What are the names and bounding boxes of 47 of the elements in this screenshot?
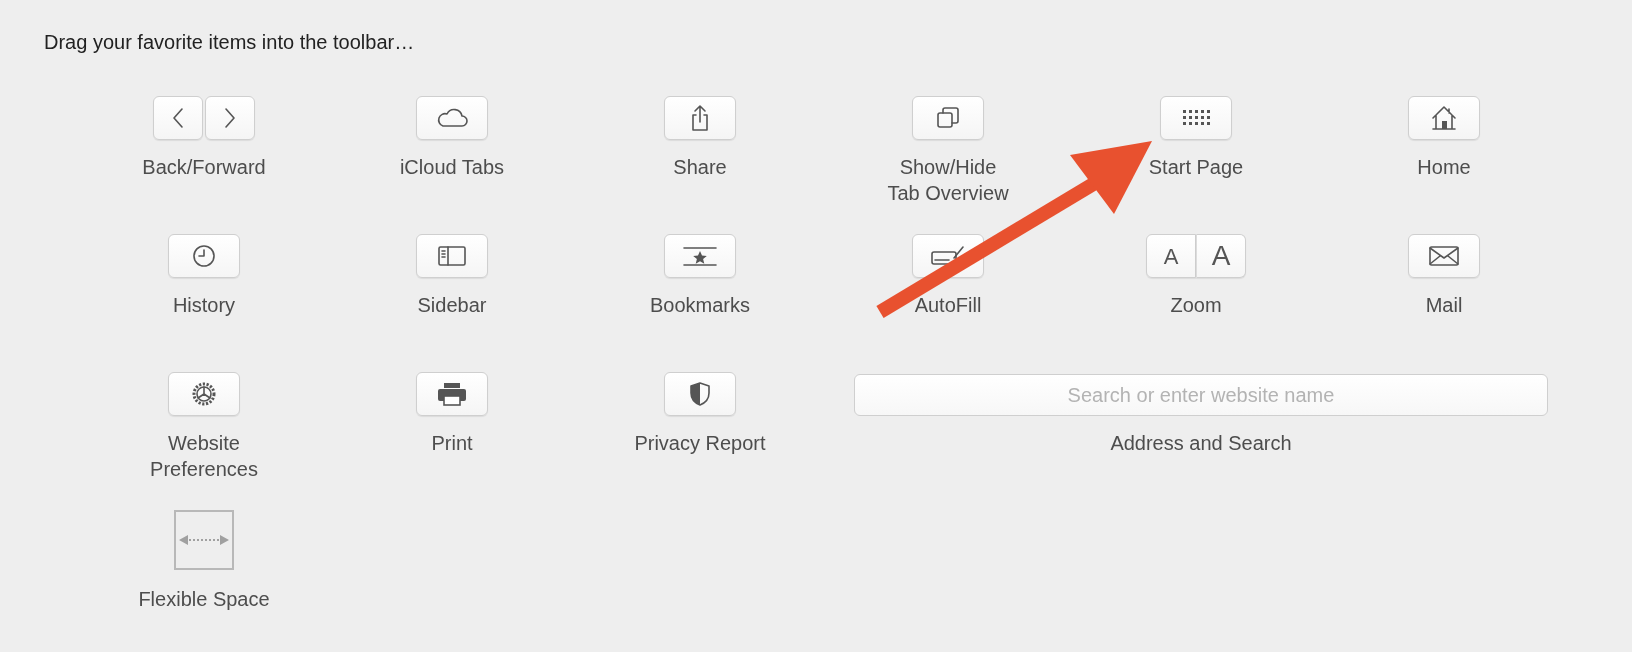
instruction-text: Drag your favorite items into the toolbar… <box>44 30 416 54</box>
bookmark-star-icon <box>682 244 718 268</box>
toolbar-item-button[interactable] <box>168 372 240 416</box>
item-label: Home <box>1417 155 1471 180</box>
toolbar-item-button[interactable] <box>1408 234 1480 278</box>
toolbar-item-button[interactable] <box>416 234 488 278</box>
item-label: Privacy Report <box>634 431 766 456</box>
dot-grid-icon <box>1181 108 1211 128</box>
toolbar-item-button[interactable] <box>664 234 736 278</box>
item-label: Print <box>431 431 473 456</box>
sidebar-icon <box>437 244 467 268</box>
toolbar-item-button[interactable] <box>664 372 736 416</box>
toolbar-item-button[interactable] <box>1408 96 1480 140</box>
item-label: Share <box>673 155 727 180</box>
item-label: Bookmarks <box>650 293 750 318</box>
toolbar-item-button[interactable] <box>1160 96 1232 140</box>
chevron-left-icon <box>171 107 185 129</box>
item-label: Back/Forward <box>142 155 266 180</box>
toolbar-item-button[interactable] <box>664 96 736 140</box>
printer-icon <box>435 380 469 408</box>
item-label: iCloud Tabs <box>399 155 505 180</box>
item-label: Show/Hide Tab Overview <box>887 155 1009 206</box>
address-field[interactable]: Search or enter website name <box>854 374 1548 416</box>
toolbar-item-button[interactable] <box>416 372 488 416</box>
gear-icon <box>190 380 218 408</box>
overlapping-squares-icon <box>935 105 961 131</box>
home-icon <box>1430 104 1458 132</box>
toolbar-item-button[interactable] <box>912 96 984 140</box>
item-label: History <box>172 293 236 318</box>
item-label: Website Preferences <box>150 431 258 482</box>
item-label: Mail <box>1425 293 1463 318</box>
item-label: Zoom <box>1170 293 1222 318</box>
item-label: Flexible Space <box>138 587 270 612</box>
double-arrow-icon <box>178 533 230 547</box>
item-label: AutoFill <box>914 293 982 318</box>
item-label: Start Page <box>1148 155 1244 180</box>
card-pencil-icon <box>930 244 966 268</box>
chevron-right-icon <box>223 107 237 129</box>
envelope-icon <box>1428 244 1460 268</box>
toolbar-item-button[interactable] <box>168 234 240 278</box>
zoom-in-button[interactable]: A <box>1196 234 1246 278</box>
item-label: Sidebar <box>417 293 487 318</box>
toolbar-item-button[interactable] <box>416 96 488 140</box>
zoom-out-button[interactable]: A <box>1146 234 1196 278</box>
item-label: Address and Search <box>1110 431 1292 456</box>
shield-icon <box>688 381 712 407</box>
clock-icon <box>191 243 217 269</box>
